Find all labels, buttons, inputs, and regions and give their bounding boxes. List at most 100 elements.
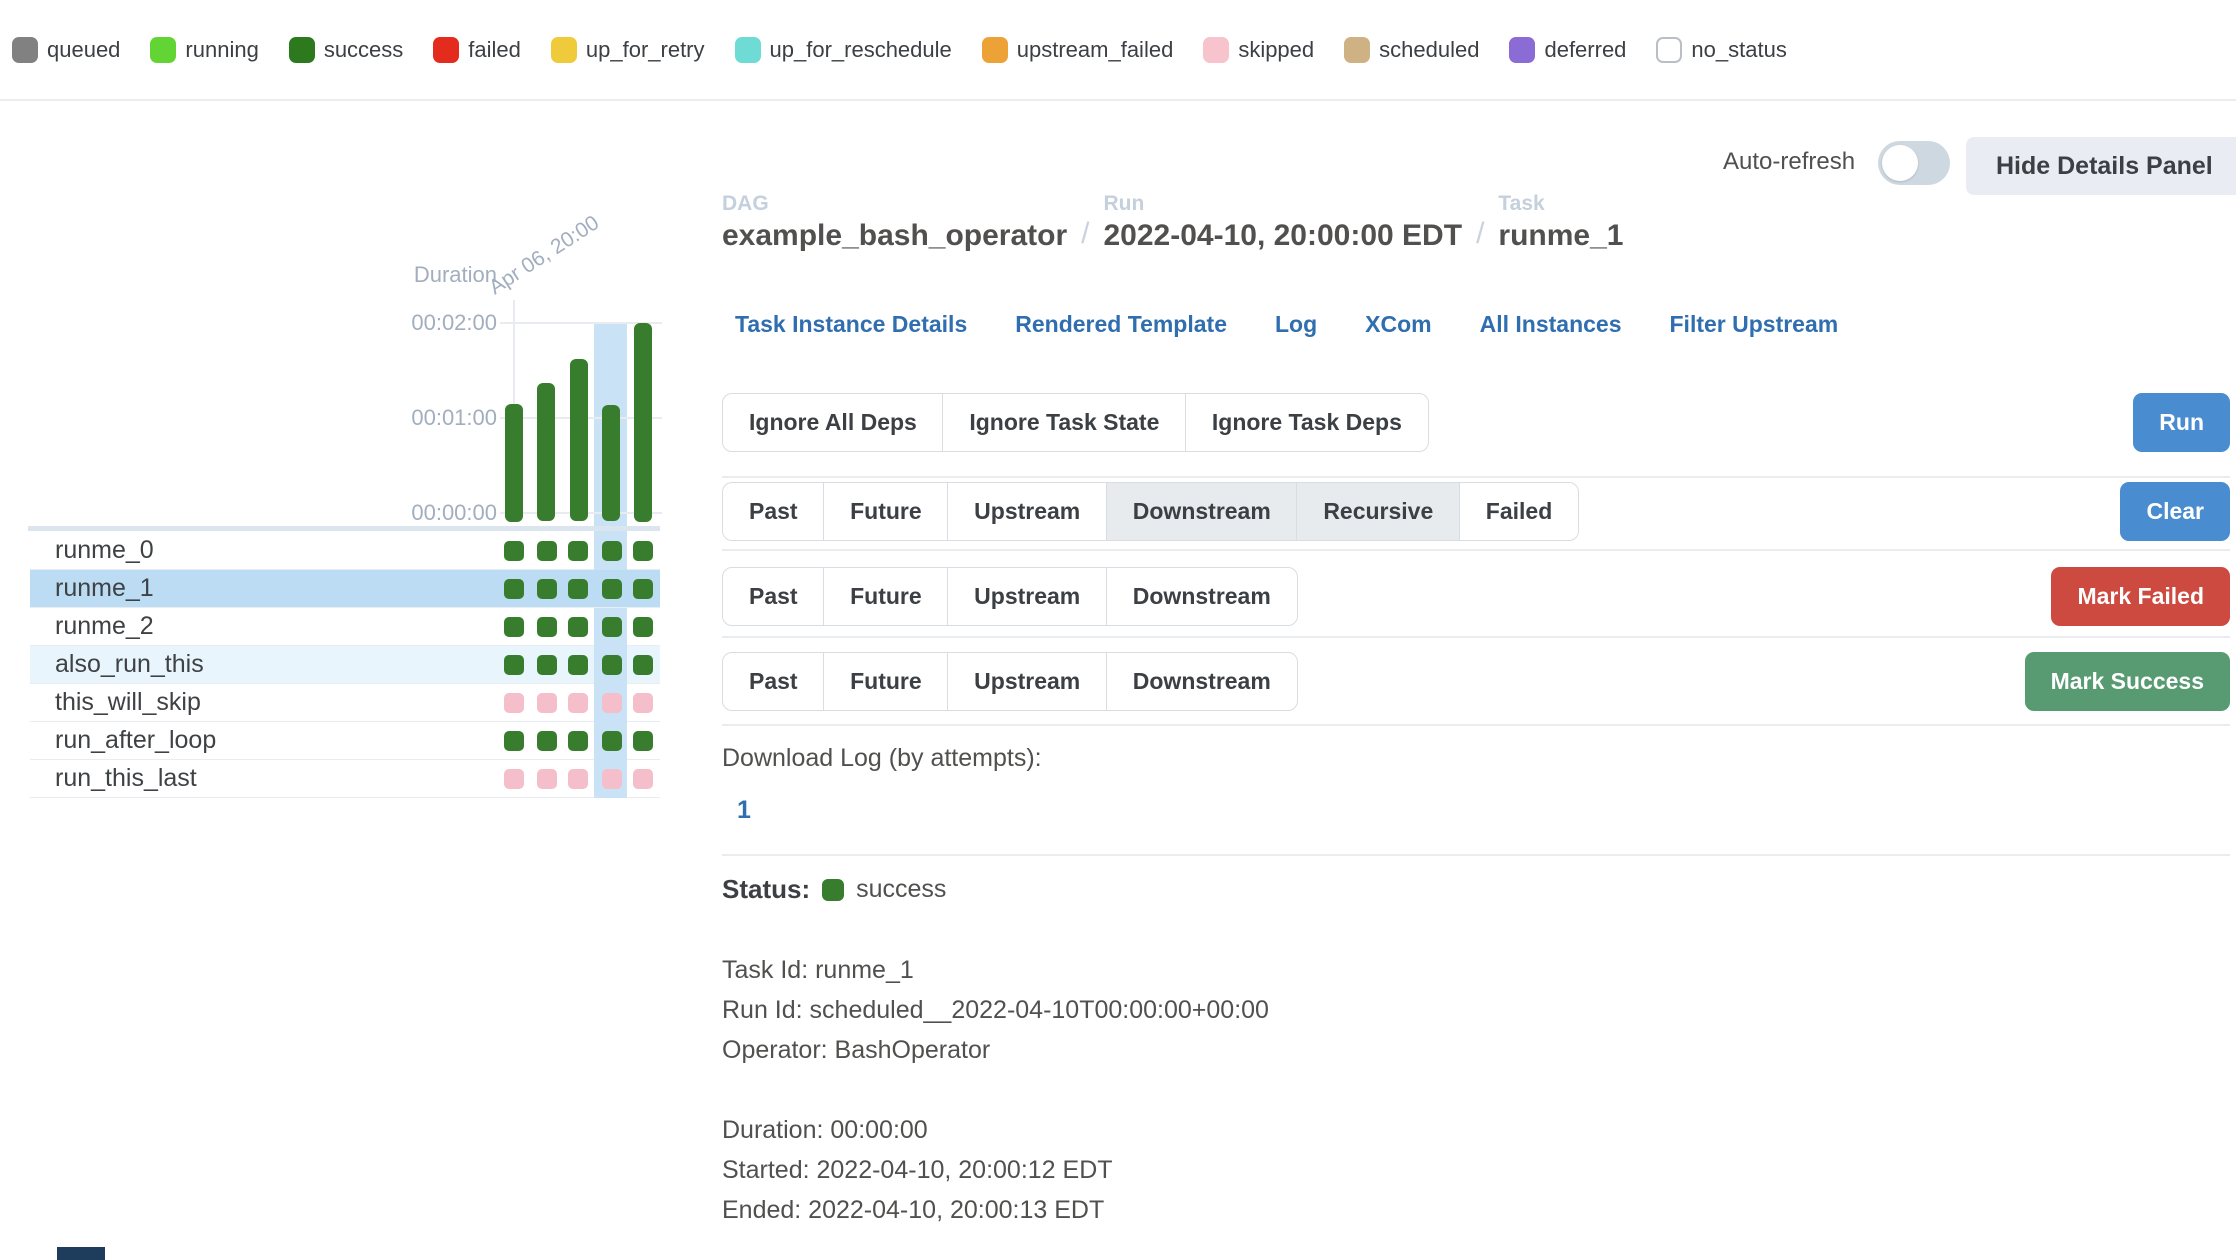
downstream-button[interactable]: Downstream <box>1106 652 1298 711</box>
task-row-run-this-last[interactable]: run_this_last <box>30 760 660 798</box>
task-instance-square[interactable] <box>633 541 653 561</box>
task-row-run-after-loop[interactable]: run_after_loop <box>30 722 660 760</box>
failed-button[interactable]: Failed <box>1459 482 1579 541</box>
task-instance-square[interactable] <box>602 655 622 675</box>
duration-bar[interactable] <box>634 323 652 522</box>
run-button[interactable]: Run <box>2133 393 2230 452</box>
upstream-button[interactable]: Upstream <box>947 482 1107 541</box>
up-for-retry-swatch <box>551 37 577 63</box>
task-instance-square[interactable] <box>537 541 557 561</box>
task-row-this-will-skip[interactable]: this_will_skip <box>30 684 660 722</box>
task-instance-square[interactable] <box>633 769 653 789</box>
duration-bar[interactable] <box>602 405 620 521</box>
task-instance-square[interactable] <box>537 731 557 751</box>
task-instance-square[interactable] <box>537 617 557 637</box>
task-instance-square[interactable] <box>633 731 653 751</box>
task-name[interactable]: runme_1 <box>1498 219 1623 253</box>
tab-all-instances[interactable]: All Instances <box>1480 311 1622 338</box>
task-instance-square[interactable] <box>602 541 622 561</box>
legend-item-no-status: no_status <box>1656 37 1786 63</box>
task-instance-square[interactable] <box>504 731 524 751</box>
task-instance-square[interactable] <box>537 769 557 789</box>
task-instance-square[interactable] <box>568 693 588 713</box>
button-group: Ignore All DepsIgnore Task StateIgnore T… <box>722 393 1429 452</box>
duration-bar[interactable] <box>537 383 555 521</box>
task-instance-square[interactable] <box>602 693 622 713</box>
task-instance-square[interactable] <box>633 655 653 675</box>
mark-failed-button[interactable]: Mark Failed <box>2051 567 2230 626</box>
ignore-task-state-button[interactable]: Ignore Task State <box>942 393 1186 452</box>
legend-label: scheduled <box>1379 37 1479 63</box>
task-row-runme-1[interactable]: runme_1 <box>30 570 660 608</box>
auto-refresh-toggle[interactable] <box>1878 141 1950 185</box>
future-button[interactable]: Future <box>823 482 949 541</box>
dag-name[interactable]: example_bash_operator <box>722 219 1067 253</box>
legend-item-success: success <box>289 37 403 63</box>
task-instance-square[interactable] <box>633 693 653 713</box>
task-row-label: runme_1 <box>55 570 154 606</box>
tab-xcom[interactable]: XCom <box>1365 311 1431 338</box>
detail-line: Task Id: runme_1 <box>722 950 1269 990</box>
run-name[interactable]: 2022-04-10, 20:00:00 EDT <box>1104 219 1463 253</box>
past-button[interactable]: Past <box>722 482 825 541</box>
legend-label: upstream_failed <box>1017 37 1174 63</box>
task-instance-square[interactable] <box>504 617 524 637</box>
task-instance-square[interactable] <box>504 541 524 561</box>
y-axis-tick: 00:00:00 <box>377 500 497 526</box>
task-instance-square[interactable] <box>568 617 588 637</box>
downstream-button[interactable]: Downstream <box>1106 482 1298 541</box>
task-instance-square[interactable] <box>602 731 622 751</box>
recursive-button[interactable]: Recursive <box>1296 482 1460 541</box>
dag-label: DAG <box>722 192 1067 216</box>
task-instance-square[interactable] <box>537 579 557 599</box>
task-instance-square[interactable] <box>568 769 588 789</box>
download-log-title: Download Log (by attempts): <box>722 744 1042 773</box>
breadcrumb: DAG example_bash_operator / Run 2022-04-… <box>722 192 1623 253</box>
tab-rendered-template[interactable]: Rendered Template <box>1015 311 1227 338</box>
task-instance-square[interactable] <box>537 655 557 675</box>
legend-label: up_for_reschedule <box>770 37 952 63</box>
past-button[interactable]: Past <box>722 652 825 711</box>
future-button[interactable]: Future <box>823 652 949 711</box>
hide-details-panel-button[interactable]: Hide Details Panel <box>1966 137 2236 195</box>
task-row-runme-2[interactable]: runme_2 <box>30 608 660 646</box>
upstream-button[interactable]: Upstream <box>947 567 1107 626</box>
tab-log[interactable]: Log <box>1275 311 1317 338</box>
task-instance-square[interactable] <box>504 693 524 713</box>
task-row-also-run-this[interactable]: also_run_this <box>30 646 660 684</box>
task-instance-square[interactable] <box>504 655 524 675</box>
task-instance-square[interactable] <box>633 579 653 599</box>
mark-success-button[interactable]: Mark Success <box>2025 652 2230 711</box>
ignore-task-deps-button[interactable]: Ignore Task Deps <box>1185 393 1429 452</box>
task-instance-square[interactable] <box>568 579 588 599</box>
task-instance-square[interactable] <box>568 655 588 675</box>
duration-bar[interactable] <box>505 404 523 522</box>
task-instance-square[interactable] <box>602 769 622 789</box>
task-instance-square[interactable] <box>504 579 524 599</box>
task-instance-square[interactable] <box>602 617 622 637</box>
ignore-all-deps-button[interactable]: Ignore All Deps <box>722 393 944 452</box>
downstream-button[interactable]: Downstream <box>1106 567 1298 626</box>
status-label: Status: <box>722 874 810 905</box>
future-button[interactable]: Future <box>823 567 949 626</box>
log-attempt-link[interactable]: 1 <box>737 796 751 825</box>
tab-task-instance-details[interactable]: Task Instance Details <box>735 311 967 338</box>
task-instance-square[interactable] <box>568 731 588 751</box>
task-instance-square[interactable] <box>633 617 653 637</box>
upstream-button[interactable]: Upstream <box>947 652 1107 711</box>
past-button[interactable]: Past <box>722 567 825 626</box>
up-for-reschedule-swatch <box>735 37 761 63</box>
task-row-runme-0[interactable]: runme_0 <box>30 532 660 570</box>
task-instance-square[interactable] <box>504 769 524 789</box>
breadcrumb-separator: / <box>1476 217 1484 253</box>
status-state-square <box>822 879 844 901</box>
clear-button[interactable]: Clear <box>2120 482 2230 541</box>
y-axis-tick: 00:01:00 <box>377 405 497 431</box>
task-instance-square[interactable] <box>602 579 622 599</box>
task-instance-square[interactable] <box>568 541 588 561</box>
tab-filter-upstream[interactable]: Filter Upstream <box>1670 311 1839 338</box>
legend-label: up_for_retry <box>586 37 705 63</box>
task-instance-square[interactable] <box>537 693 557 713</box>
legend-label: running <box>185 37 258 63</box>
duration-bar[interactable] <box>570 359 588 521</box>
